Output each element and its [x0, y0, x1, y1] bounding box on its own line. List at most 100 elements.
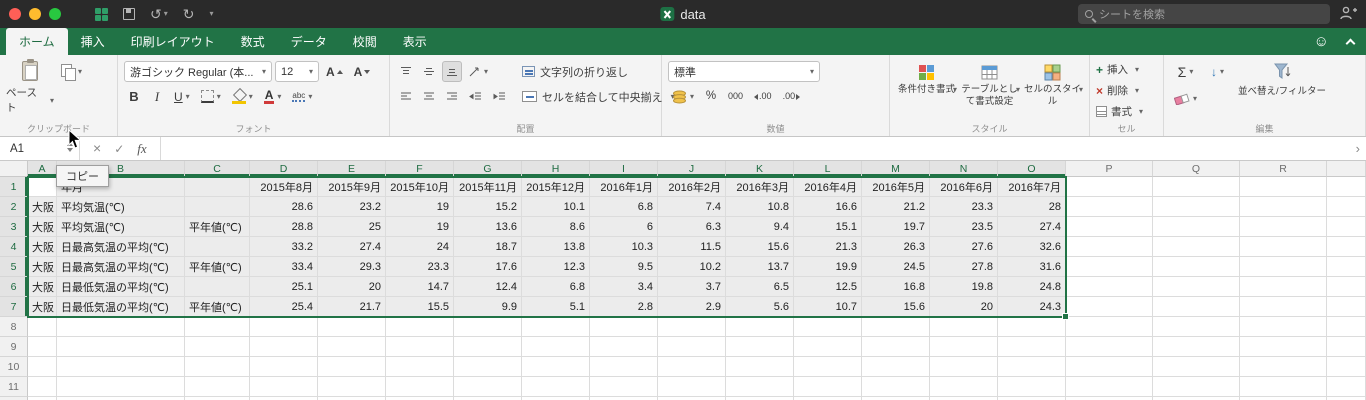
cell[interactable]	[454, 357, 522, 377]
ribbon-tab[interactable]: 校閲	[340, 28, 390, 55]
column-header[interactable]: F	[386, 161, 454, 177]
merge-center-button[interactable]: セルを結合して中央揃え	[518, 86, 679, 107]
cell[interactable]: 12.5	[794, 277, 862, 297]
cell[interactable]	[930, 337, 998, 357]
cell[interactable]: 平年値(℃)	[185, 297, 250, 317]
ribbon-tab[interactable]: 挿入	[68, 28, 118, 55]
cell[interactable]: 11.5	[658, 237, 726, 257]
currency-format-button[interactable]	[668, 86, 698, 107]
cell[interactable]	[1327, 297, 1366, 317]
cell[interactable]: 大阪	[28, 237, 57, 257]
cell[interactable]: 大阪	[28, 257, 57, 277]
cell[interactable]	[658, 317, 726, 337]
orientation-button[interactable]	[465, 61, 492, 82]
cell[interactable]: 10.1	[522, 197, 590, 217]
cell[interactable]: 13.6	[454, 217, 522, 237]
row-header[interactable]: 5	[0, 257, 28, 277]
cell[interactable]	[794, 317, 862, 337]
cell[interactable]: 6.8	[522, 277, 590, 297]
cell[interactable]	[1327, 177, 1366, 197]
expand-formula-bar-icon[interactable]: ›	[1350, 141, 1366, 156]
cell[interactable]: 27.8	[930, 257, 998, 277]
cell[interactable]	[930, 377, 998, 397]
sort-filter-button[interactable]: 並べ替え/フィルター	[1234, 61, 1330, 109]
comma-format-button[interactable]: 000	[724, 86, 747, 107]
cell[interactable]: 23.3	[386, 257, 454, 277]
column-header[interactable]: C	[185, 161, 250, 177]
cell[interactable]: 大阪	[28, 297, 57, 317]
cell[interactable]: 23.2	[318, 197, 386, 217]
column-header[interactable]: N	[930, 161, 998, 177]
cell[interactable]	[1327, 217, 1366, 237]
cell[interactable]	[1153, 337, 1240, 357]
cell[interactable]: 10.2	[658, 257, 726, 277]
wrap-text-button[interactable]: 文字列の折り返し	[518, 61, 679, 82]
close-window-button[interactable]	[9, 8, 21, 20]
cell[interactable]: 25	[318, 217, 386, 237]
redo-button[interactable]: ↻	[183, 7, 195, 21]
grow-font-button[interactable]: A	[322, 61, 347, 82]
cell[interactable]	[726, 317, 794, 337]
cancel-entry-icon[interactable]	[93, 140, 101, 158]
cell[interactable]	[1066, 297, 1153, 317]
cell[interactable]: 19.7	[862, 217, 930, 237]
column-header[interactable]: L	[794, 161, 862, 177]
cell[interactable]: 16.6	[794, 197, 862, 217]
row-header[interactable]: 7	[0, 297, 28, 317]
cell[interactable]	[590, 317, 658, 337]
cell[interactable]	[1327, 337, 1366, 357]
cell[interactable]	[794, 357, 862, 377]
cell[interactable]: 10.8	[726, 197, 794, 217]
formula-input[interactable]	[161, 137, 1350, 160]
undo-button[interactable]: ↺ ▾	[150, 7, 168, 21]
cell[interactable]	[28, 377, 57, 397]
column-header[interactable]: M	[862, 161, 930, 177]
align-left-button[interactable]	[396, 86, 416, 107]
cell[interactable]: 13.8	[522, 237, 590, 257]
column-header[interactable]: Q	[1153, 161, 1240, 177]
minimize-window-button[interactable]	[29, 8, 41, 20]
column-header[interactable]: D	[250, 161, 318, 177]
cell[interactable]	[57, 357, 185, 377]
cell[interactable]	[1240, 217, 1327, 237]
cell[interactable]	[998, 337, 1066, 357]
cell[interactable]	[862, 377, 930, 397]
cell[interactable]: 2016年4月	[794, 177, 862, 197]
percent-format-button[interactable]: %	[701, 86, 721, 107]
cell[interactable]	[185, 357, 250, 377]
cell[interactable]	[1240, 197, 1327, 217]
cell[interactable]: 18.7	[454, 237, 522, 257]
cell[interactable]	[1327, 377, 1366, 397]
cell[interactable]: 2.8	[590, 297, 658, 317]
cell[interactable]	[185, 177, 250, 197]
cell[interactable]: 25.1	[250, 277, 318, 297]
align-right-button[interactable]	[442, 86, 462, 107]
cell[interactable]	[590, 337, 658, 357]
column-header[interactable]: A	[28, 161, 57, 177]
cell[interactable]: 28	[998, 197, 1066, 217]
cell[interactable]	[1066, 277, 1153, 297]
feedback-smiley-icon[interactable]: ☺	[1314, 34, 1329, 49]
cell[interactable]: 27.4	[998, 217, 1066, 237]
cell[interactable]: 5.6	[726, 297, 794, 317]
cell[interactable]	[1240, 377, 1327, 397]
cell[interactable]	[250, 357, 318, 377]
font-color-button[interactable]: A	[260, 86, 286, 107]
cell[interactable]	[862, 317, 930, 337]
cell[interactable]	[185, 237, 250, 257]
format-as-table-button[interactable]: テーブルとして書式設定	[959, 61, 1020, 121]
cell[interactable]: 15.5	[386, 297, 454, 317]
cell[interactable]	[998, 377, 1066, 397]
cell[interactable]: 15.6	[726, 237, 794, 257]
column-header[interactable]: G	[454, 161, 522, 177]
font-size-select[interactable]: 12	[275, 61, 319, 82]
cell[interactable]	[1240, 257, 1327, 277]
cell[interactable]	[658, 377, 726, 397]
paste-button[interactable]: ペースト	[6, 59, 54, 117]
cell[interactable]	[1153, 217, 1240, 237]
cell[interactable]	[658, 357, 726, 377]
cell[interactable]: 20	[930, 297, 998, 317]
cell[interactable]	[998, 357, 1066, 377]
cell[interactable]: 大阪	[28, 217, 57, 237]
cell[interactable]	[522, 357, 590, 377]
